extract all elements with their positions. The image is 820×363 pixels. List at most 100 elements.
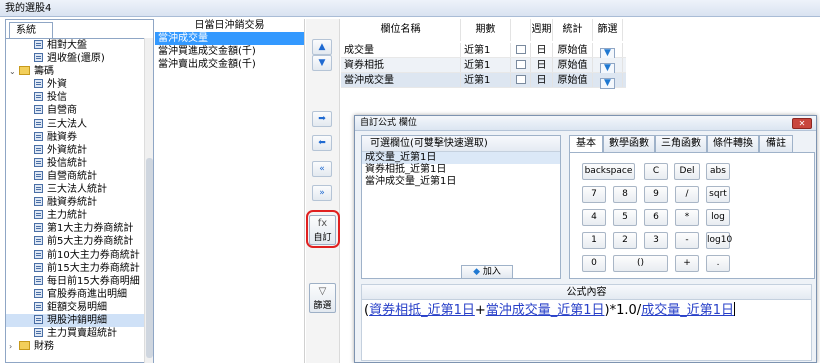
tab-trig[interactable]: 三角函數 [655,135,707,153]
list-item[interactable]: 當沖買進成交金額(千) [155,45,304,58]
key-0[interactable]: 0 [582,255,606,272]
table-row[interactable]: 成交量 近第1 日 原始值 ▼ [341,43,626,59]
backspace-button[interactable]: backspace [582,163,635,180]
tree-item[interactable]: 前10大主力券商統計 [6,249,146,262]
key-7[interactable]: 7 [582,186,606,203]
list-item[interactable]: 成交量_近第1日 [362,152,560,164]
log10-button[interactable]: log10 [706,232,732,249]
tree-item[interactable]: 官股券商進出明細 [6,288,146,301]
log-button[interactable]: log [706,209,730,226]
tree-item[interactable]: 第1大主力券商統計 [6,222,146,235]
list-item[interactable]: 當沖成交量 [155,32,304,45]
tree-item[interactable]: 主力統計 [6,209,146,222]
tree-item-label: 投信 [47,92,67,104]
tree-item[interactable]: › 財務 [6,340,146,353]
key-9[interactable]: 9 [644,186,668,203]
remove-all-button[interactable]: « [312,161,332,177]
tree-item[interactable]: 自營商統計 [6,170,146,183]
close-button[interactable]: ✕ [792,118,812,129]
tab-notes[interactable]: 備註 [759,135,793,153]
edit-cell[interactable] [511,43,531,57]
tree-item[interactable]: 現股沖銷明細 [6,313,146,328]
tree-item[interactable]: 相對大盤 [6,39,146,52]
add-op-button[interactable]: + [675,255,699,272]
col-header-period: 期數 [461,19,511,41]
sqrt-button[interactable]: sqrt [706,186,730,203]
key-8[interactable]: 8 [613,186,637,203]
chevron-down-icon[interactable]: ⌄ [9,65,19,78]
tree-item-label: 相對大盤 [47,40,87,51]
tree-item-label: 前5大主力券商統計 [47,236,134,248]
edit-icon[interactable] [515,45,526,54]
tree-scrollbar[interactable] [144,38,153,363]
key-3[interactable]: 3 [644,232,668,249]
add-all-button[interactable]: » [312,185,332,201]
filter-cell[interactable]: ▼ [593,43,623,59]
tree-item[interactable]: ⌄ 籌碼 [6,65,146,78]
clear-button[interactable]: C [644,163,668,180]
key-1[interactable]: 1 [582,232,606,249]
tree-item[interactable]: 週收盤(還原) [6,52,146,65]
decimal-button[interactable]: . [706,255,730,272]
multiply-button[interactable]: * [675,209,699,226]
filter-button[interactable]: ▽ 篩選 [309,283,336,313]
formula-operator: + [474,303,486,318]
subtract-button[interactable]: - [675,232,699,249]
tab-system[interactable]: 系統 [9,22,53,38]
tree-item[interactable]: 融資券 [6,131,146,144]
edit-icon[interactable] [515,75,526,84]
tree-item[interactable]: 投信統計 [6,157,146,170]
formula-token[interactable]: 資券相抵_近第1日 [369,303,475,318]
list-item[interactable]: 當沖成交量_近第1日 [362,176,560,188]
abs-button[interactable]: abs [706,163,730,180]
tree-item[interactable]: 自營商 [6,104,146,117]
tree-item-label: 外資 [47,79,67,91]
remove-field-button[interactable]: ⬅ [312,135,332,151]
list-item[interactable]: 當沖賣出成交金額(千) [155,58,304,71]
key-5[interactable]: 5 [613,209,637,226]
add-label: 加入 [482,267,501,277]
tree-item-label: 籌碼 [34,66,54,78]
tree-item[interactable]: 融資券統計 [6,196,146,209]
key-4[interactable]: 4 [582,209,606,226]
chevron-right-icon[interactable]: › [9,340,19,353]
scroll-thumb[interactable] [146,158,153,358]
tree-item[interactable]: 外資 [6,78,146,91]
formula-editor[interactable]: (資券相抵_近第1日+當沖成交量_近第1日)*1.0/成交量_近第1日 [361,299,812,361]
key-2[interactable]: 2 [613,232,637,249]
custom-formula-button[interactable]: fx 自訂 [309,215,336,245]
tree-item-label: 自營商統計 [47,170,97,182]
edit-cell[interactable] [511,73,531,87]
parentheses-button[interactable]: () [613,255,668,272]
tree-item-label: 財務 [34,341,54,353]
edit-cell[interactable] [511,58,531,72]
filter-icon[interactable]: ▼ [600,78,615,89]
filter-cell[interactable]: ▼ [593,58,623,74]
table-row[interactable]: 當沖成交量 近第1 日 原始值 ▼ [341,73,626,89]
tree-item[interactable]: 前5大主力券商統計 [6,235,146,248]
divide-button[interactable]: / [675,186,699,203]
move-down-button[interactable]: ▼ [312,55,332,71]
tree-item[interactable]: 三大法人統計 [6,183,146,196]
tree-item[interactable]: 主力買賣超統計 [6,327,146,340]
add-button[interactable]: ◆ 加入 [461,265,513,279]
formula-token[interactable]: 成交量_近第1日 [641,303,734,318]
filter-icon: ▽ [318,286,327,297]
tree-item[interactable]: 三大法人 [6,118,146,131]
list-item[interactable]: 資券相抵_近第1日 [362,164,560,176]
table-row[interactable]: 資券相抵 近第1 日 原始值 ▼ [341,58,626,74]
key-6[interactable]: 6 [644,209,668,226]
tree-item[interactable]: 前15大主力券商統計 [6,262,146,275]
tree-item[interactable]: 外資統計 [6,144,146,157]
formula-token[interactable]: 當沖成交量_近第1日 [486,303,605,318]
tree-item[interactable]: 投信 [6,91,146,104]
filter-cell[interactable]: ▼ [593,73,623,89]
tree-item[interactable]: 鉅額交易明細 [6,301,146,314]
tab-condition[interactable]: 條件轉換 [707,135,759,153]
add-field-button[interactable]: ➡ [312,111,332,127]
tab-math[interactable]: 數學函數 [603,135,655,153]
edit-icon[interactable] [515,60,526,69]
tree-item[interactable]: 每日前15大券商明細 [6,275,146,288]
delete-button[interactable]: Del [674,163,700,180]
move-up-button[interactable]: ▲ [312,39,332,55]
